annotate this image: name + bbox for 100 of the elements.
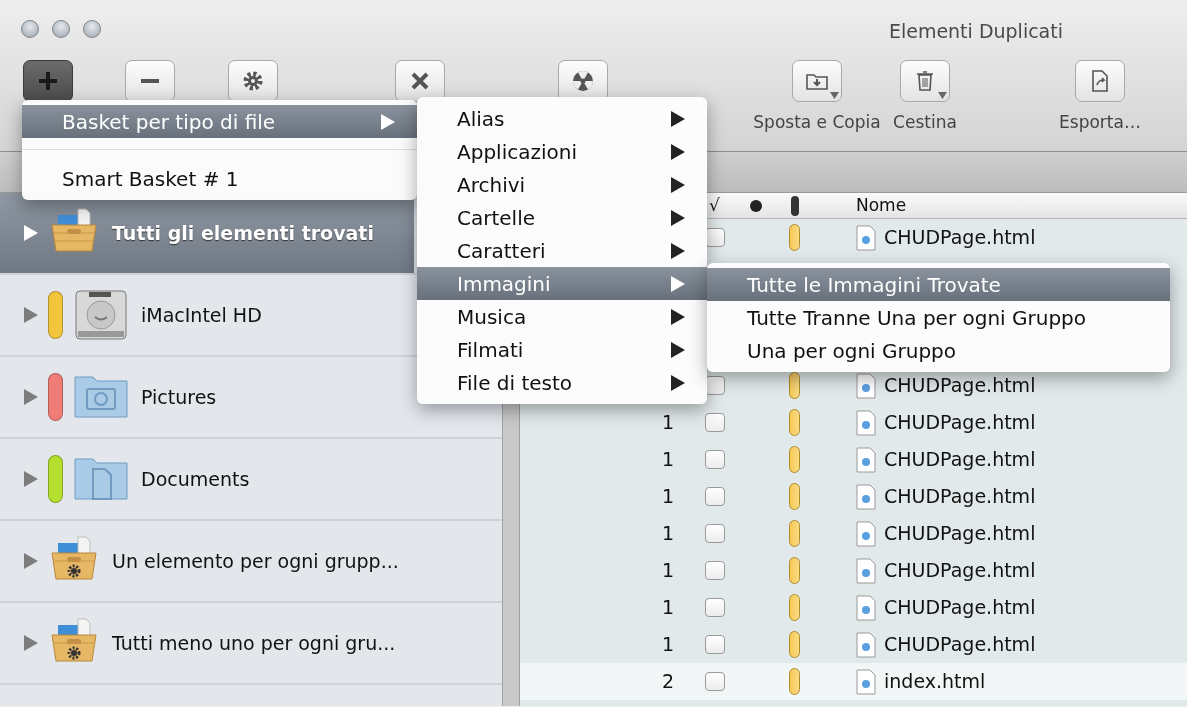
menu-item[interactable]: Tutte le Immagini Trovate [707, 268, 1170, 301]
checkbox[interactable] [704, 561, 725, 580]
export-button[interactable] [1075, 60, 1125, 102]
color-label-icon [789, 224, 800, 251]
html-file-icon [856, 520, 876, 547]
menu-item[interactable]: Filmati [417, 333, 707, 366]
color-label-icon [789, 668, 800, 695]
html-file-icon [856, 594, 876, 621]
file-name: CHUDPage.html [884, 373, 1036, 399]
gear-button[interactable] [228, 60, 278, 102]
html-file-icon [856, 557, 876, 584]
disclosure-triangle-icon [24, 225, 38, 241]
checkbox[interactable] [704, 635, 725, 654]
disclosure-triangle-icon [24, 471, 38, 487]
sidebar-item[interactable]: Un elemento per ogni grupp... [0, 521, 414, 601]
dot-icon [750, 199, 762, 212]
remove-button[interactable] [125, 60, 175, 102]
checkbox[interactable] [704, 598, 725, 617]
sidebar-label: iMacIntel HD [141, 302, 262, 328]
menu-item[interactable]: Smart Basket # 1 [22, 162, 417, 195]
sidebar-item[interactable]: iMacIntel HD [0, 275, 414, 355]
minus-icon [141, 79, 159, 83]
file-name: CHUDPage.html [884, 410, 1036, 436]
toolbar-label: Cestina [893, 111, 957, 134]
sidebar-label: Tutti meno uno per ogni gru... [112, 630, 396, 656]
file-name: CHUDPage.html [884, 484, 1036, 510]
count-text: 1 [661, 633, 674, 656]
html-file-icon [856, 409, 876, 436]
checkbox[interactable] [704, 413, 725, 432]
count-text: 1 [661, 411, 674, 434]
count-text: 2 [661, 670, 674, 693]
html-file-icon [856, 446, 876, 473]
count-text: 1 [661, 448, 674, 471]
html-file-icon [856, 224, 876, 251]
toolbar-label: Esporta… [1059, 111, 1141, 134]
disclosure-triangle-icon [24, 553, 38, 569]
html-file-icon [856, 668, 876, 695]
file-name: CHUDPage.html [884, 447, 1036, 473]
file-name: CHUDPage.html [884, 632, 1036, 658]
gear-icon [241, 69, 265, 93]
disclosure-triangle-icon [24, 307, 38, 323]
caret-icon [830, 92, 839, 99]
trash-button[interactable] [900, 60, 950, 102]
sidebar-item[interactable]: Tutti gli elementi trovati [0, 193, 414, 273]
cross-button[interactable] [395, 60, 445, 102]
window-control-icon[interactable] [21, 20, 39, 38]
html-file-icon [856, 483, 876, 510]
sidebar-label: Tutti gli elementi trovati [112, 220, 374, 246]
color-label-icon [789, 520, 800, 547]
move-button[interactable] [792, 60, 842, 102]
checkbox[interactable] [704, 524, 725, 543]
html-file-icon [856, 631, 876, 658]
window-control-icon[interactable] [52, 20, 70, 38]
count-text: 1 [661, 522, 674, 545]
menu-item[interactable]: Basket per tipo di file [22, 105, 417, 138]
count-text: 1 [661, 485, 674, 508]
label-icon [789, 194, 800, 217]
file-name: CHUDPage.html [884, 225, 1036, 251]
file-name: CHUDPage.html [884, 558, 1036, 584]
disclosure-triangle-icon [24, 635, 38, 651]
color-label-icon [789, 594, 800, 621]
color-label-icon [789, 483, 800, 510]
column-header[interactable]: √ [709, 192, 720, 219]
plus-icon [39, 72, 57, 90]
add-button[interactable] [23, 60, 73, 102]
color-label-icon [789, 372, 800, 399]
menu-item[interactable]: File di testo [417, 366, 707, 399]
window-title: Elementi Duplicati [888, 19, 1063, 44]
window-control-icon[interactable] [83, 20, 101, 38]
menu-item[interactable]: Tutte Tranne Una per ogni Gruppo [707, 301, 1170, 334]
menu-item[interactable]: Immagini [417, 267, 707, 300]
color-label-icon [789, 557, 800, 584]
menu-item[interactable]: Applicazioni [417, 135, 707, 168]
menu-item[interactable]: Una per ogni Gruppo [707, 334, 1170, 367]
sidebar-label: Un elemento per ogni grupp... [112, 548, 399, 574]
count-text: 1 [661, 559, 674, 582]
toolbar-label: Sposta e Copia [753, 111, 881, 134]
checkbox[interactable] [704, 487, 725, 506]
sidebar-label: Documents [141, 466, 250, 492]
checkbox[interactable] [704, 672, 725, 691]
checkbox[interactable] [704, 450, 725, 469]
radiation-icon [571, 69, 595, 93]
file-name: CHUDPage.html [884, 521, 1036, 547]
menu-item[interactable]: Alias [417, 102, 707, 135]
disclosure-triangle-icon [24, 389, 38, 405]
sidebar-label: Pictures [141, 384, 217, 410]
count-text: 1 [661, 596, 674, 619]
sidebar-item[interactable]: Pictures [0, 357, 414, 437]
color-label-icon [789, 446, 800, 473]
menu-item[interactable]: Archivi [417, 168, 707, 201]
caret-icon [938, 92, 947, 99]
column-header[interactable]: Nome [856, 192, 907, 219]
file-name: index.html [884, 669, 986, 695]
file-name: CHUDPage.html [884, 595, 1036, 621]
sidebar-item[interactable]: Tutti meno uno per ogni gru... [0, 603, 414, 683]
menu-item[interactable]: Caratteri [417, 234, 707, 267]
menu-item[interactable]: Musica [417, 300, 707, 333]
color-label-icon [789, 631, 800, 658]
menu-item[interactable]: Cartelle [417, 201, 707, 234]
sidebar-item[interactable]: Documents [0, 439, 414, 519]
